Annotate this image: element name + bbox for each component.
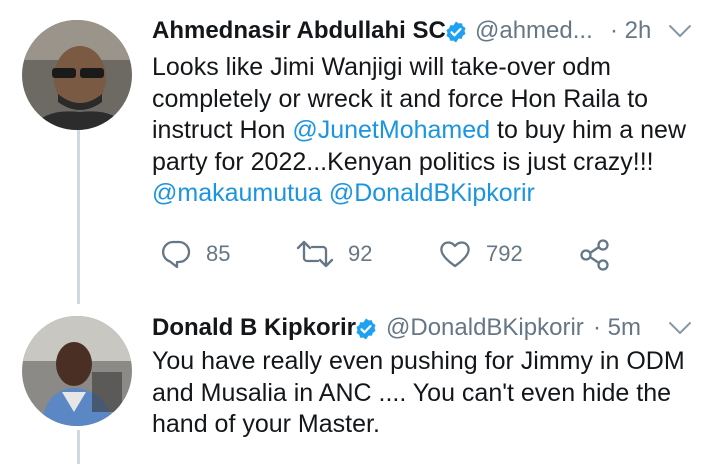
- like-count: 792: [486, 241, 523, 266]
- share-button[interactable]: [578, 238, 612, 272]
- chevron-down-icon[interactable]: [667, 22, 693, 40]
- tweet-line: hand of your Master.: [152, 410, 380, 438]
- chevron-down-icon[interactable]: [667, 319, 693, 337]
- verified-badge-icon: [446, 21, 466, 43]
- heart-icon: [440, 241, 470, 268]
- like-button[interactable]: 792: [438, 238, 523, 270]
- tweet-line: completely or wreck it and force Hon Rai…: [152, 84, 649, 113]
- tweet-text-segment: instruct Hon: [152, 116, 293, 144]
- tweet-text-segment: to buy him a new: [490, 116, 686, 144]
- mention-links[interactable]: @makaumutua @DonaldBKipkorir: [152, 178, 708, 210]
- retweet-button[interactable]: 92: [296, 238, 372, 270]
- verified-badge-icon: [356, 318, 376, 340]
- tweet-line: party for 2022...Kenyan politics is just…: [152, 147, 654, 176]
- share-icon: [580, 239, 609, 271]
- avatar[interactable]: [22, 20, 132, 130]
- timestamp[interactable]: · 5m: [593, 314, 641, 342]
- thread-line-bottom: [77, 430, 80, 464]
- reply-count: 85: [206, 241, 231, 266]
- tweet-line: Looks like Jimi Wanjigi will take-over o…: [152, 53, 611, 81]
- author-name[interactable]: Donald B Kipkorir: [152, 314, 356, 342]
- author-name[interactable]: Ahmednasir Abdullahi SC: [152, 17, 446, 45]
- thread-line-top: [77, 128, 80, 304]
- tweet-text: Looks like Jimi Wanjigi will take-over o…: [152, 52, 708, 210]
- tweet-line: instruct Hon @JunetMohamed to buy him a …: [152, 115, 708, 147]
- author-handle[interactable]: @DonaldBKipkorir: [386, 314, 584, 342]
- mention-link[interactable]: @JunetMohamed: [292, 116, 490, 144]
- reply-button[interactable]: 85: [160, 238, 230, 270]
- author-handle[interactable]: @ahmed...: [475, 17, 593, 45]
- reply-icon: [161, 240, 191, 269]
- timestamp[interactable]: · 2h: [610, 17, 651, 45]
- retweet-count: 92: [348, 241, 373, 266]
- tweet-text: You have really even pushing for Jimmy i…: [152, 346, 708, 441]
- tweet-line: You have really even pushing for Jimmy i…: [152, 347, 685, 375]
- tweet-line: and Musalia in ANC .... You can't even h…: [152, 378, 672, 407]
- avatar[interactable]: [22, 316, 132, 426]
- retweet-icon: [296, 240, 334, 268]
